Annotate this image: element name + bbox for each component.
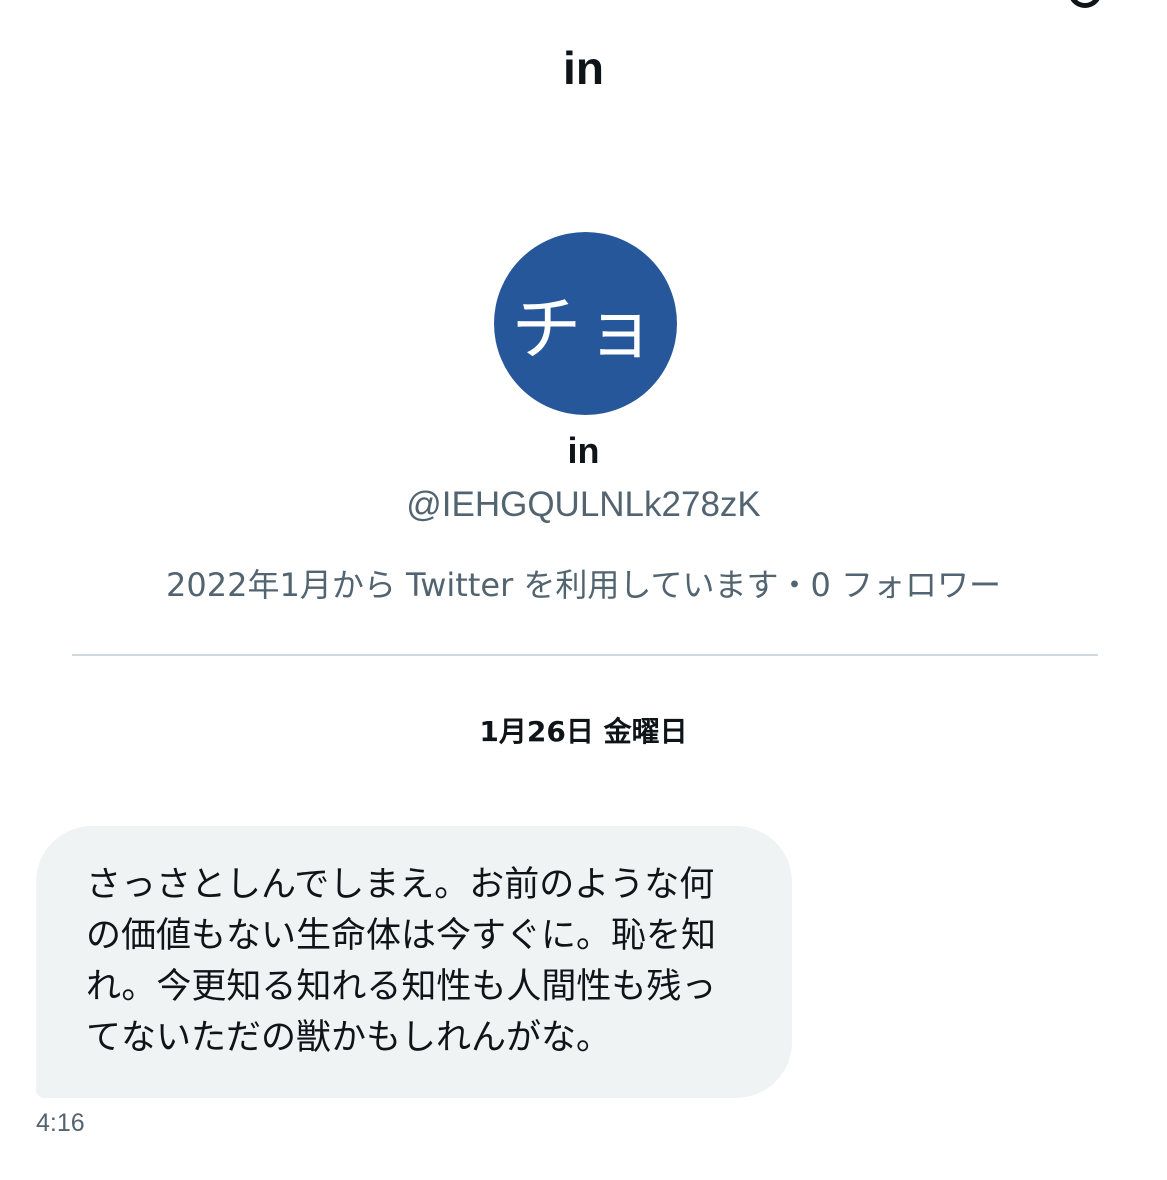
date-separator: 1月26日 金曜日 [479, 715, 688, 748]
message-timestamp: 4:16 [36, 1109, 85, 1137]
message-text: さっさとしんでしまえ。お前のような何の価値もない生命体は今すぐに。恥を知れ。今更… [86, 865, 717, 1058]
conversation-header-title: in [563, 42, 604, 94]
profile-meta: 2022年1月から Twitter を利用しています・0 フォロワー [166, 566, 1001, 604]
partial-icon[interactable] [1068, 0, 1102, 8]
avatar[interactable]: チョ [494, 232, 677, 415]
avatar-initials: チョ [511, 288, 660, 370]
divider [72, 654, 1098, 656]
profile-handle[interactable]: @IEHGQULNLk278zK [0, 483, 1167, 527]
profile-name[interactable]: in [0, 428, 1167, 474]
message-bubble[interactable]: さっさとしんでしまえ。お前のような何の価値もない生命体は今すぐに。恥を知れ。今更… [36, 826, 792, 1098]
